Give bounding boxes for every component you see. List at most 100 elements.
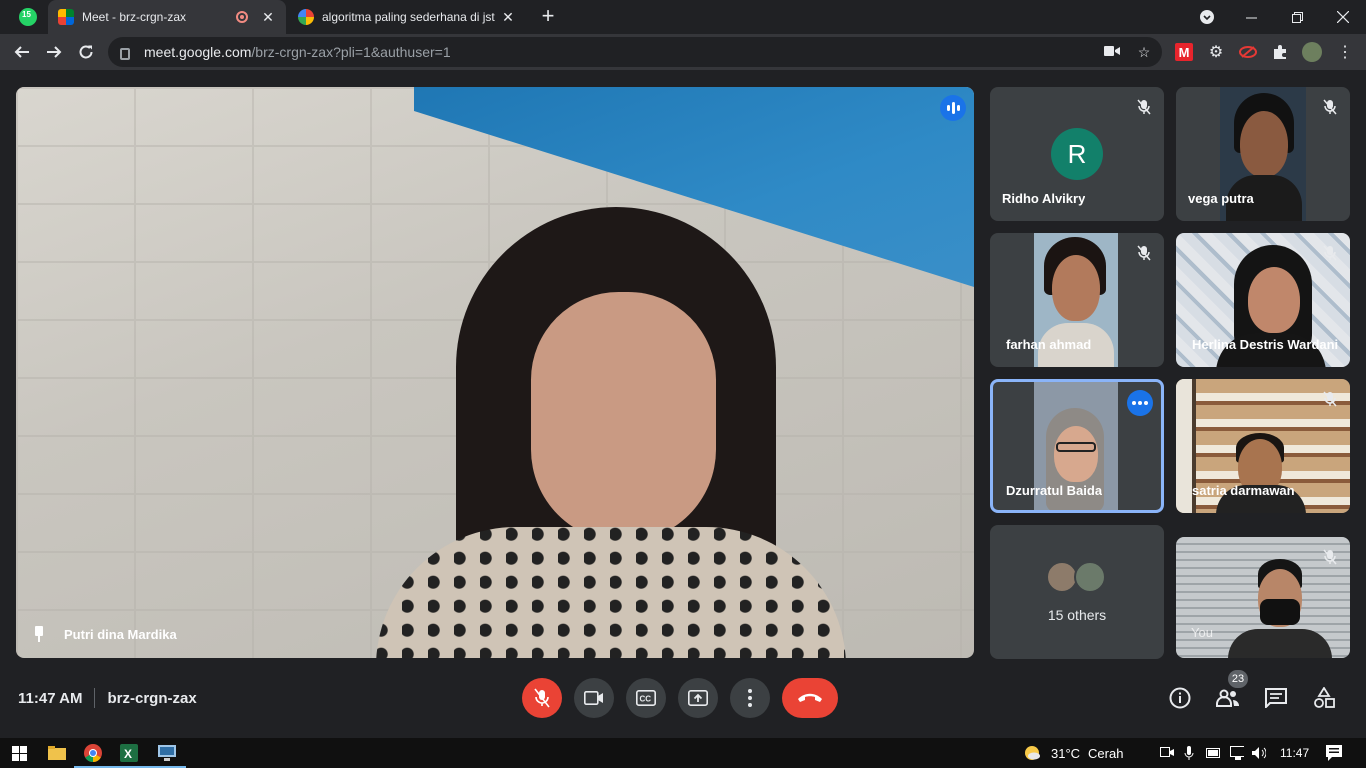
pin-icon[interactable] <box>32 626 46 642</box>
weather-condition: Cerah <box>1088 745 1124 761</box>
reload-icon <box>79 45 93 59</box>
more-options-button[interactable] <box>730 678 770 718</box>
more-vertical-icon <box>748 689 752 707</box>
weather-sun-icon <box>1025 746 1040 760</box>
back-button[interactable] <box>10 40 34 64</box>
tab-search-button[interactable] <box>1184 0 1230 34</box>
tab-google-meet[interactable]: Meet - brz-crgn-zax ✕ <box>48 0 286 34</box>
people-button[interactable] <box>1214 684 1242 712</box>
google-icon <box>298 9 314 25</box>
tab-whatsapp[interactable]: 15 <box>8 0 48 34</box>
present-screen-button[interactable] <box>678 678 718 718</box>
weather-temperature: 31°C <box>1051 745 1081 761</box>
activities-button[interactable] <box>1310 684 1338 712</box>
speaker-face <box>531 292 716 542</box>
chat-button[interactable] <box>1262 684 1290 712</box>
participant-tile[interactable]: farhan ahmad <box>990 233 1164 367</box>
excel-icon[interactable]: X <box>110 742 148 768</box>
closed-captions-icon: CC <box>636 690 656 706</box>
mic-off-icon <box>1134 97 1154 117</box>
participant-tile[interactable]: Herlina Destris Wardani <box>1176 233 1350 367</box>
weather-widget[interactable]: 31°C Cerah <box>1022 738 1123 768</box>
mic-off-icon <box>1320 97 1340 117</box>
mic-off-icon <box>1320 547 1340 567</box>
remote-desktop-icon[interactable] <box>148 742 186 768</box>
notification-center-icon[interactable] <box>1326 745 1342 761</box>
mic-off-icon <box>1320 389 1340 409</box>
close-icon <box>1337 11 1349 23</box>
phone-hangup-icon <box>798 693 822 702</box>
reload-button[interactable] <box>74 40 98 64</box>
microphone-in-use-icon[interactable] <box>1182 746 1196 760</box>
close-tab-icon[interactable]: ✕ <box>260 9 276 26</box>
network-icon[interactable] <box>1230 746 1244 760</box>
eye-off-extension-icon[interactable] <box>1239 43 1257 61</box>
speaking-indicator-icon <box>940 95 966 121</box>
profile-avatar[interactable] <box>1302 42 1322 62</box>
chevron-down-icon <box>1200 10 1214 24</box>
start-button[interactable] <box>8 742 30 764</box>
participant-tile[interactable]: R Ridho Alvikry <box>990 87 1164 221</box>
participant-name: Herlina Destris Wardani <box>1192 337 1339 352</box>
microphone-toggle-button[interactable] <box>522 678 562 718</box>
participant-tile[interactable]: Dzurratul Baida <box>990 379 1164 513</box>
close-tab-icon[interactable]: ✕ <box>500 9 516 26</box>
meeting-info-button[interactable] <box>1166 684 1194 712</box>
camera-toggle-button[interactable] <box>574 678 614 718</box>
mendeley-extension-icon[interactable]: M <box>1175 43 1193 61</box>
puzzle-icon[interactable] <box>1271 43 1289 61</box>
restore-button[interactable] <box>1274 0 1320 34</box>
bookmark-star-icon[interactable]: ☆ <box>1136 44 1152 60</box>
svg-text:CC: CC <box>640 695 652 704</box>
minimize-button[interactable] <box>1228 0 1274 34</box>
participant-name: Ridho Alvikry <box>1002 191 1086 206</box>
clock-time: 11:47 <box>1280 746 1310 760</box>
participant-count-badge: 23 <box>1228 670 1248 688</box>
arrow-left-icon <box>14 46 29 58</box>
mic-off-icon <box>1320 243 1340 263</box>
participant-tile[interactable]: vega putra <box>1176 87 1350 221</box>
recording-icon <box>236 11 248 23</box>
tab-title: Meet - brz-crgn-zax <box>82 10 187 24</box>
others-tile[interactable]: 15 others <box>990 525 1164 659</box>
arrow-right-icon <box>47 46 62 58</box>
participant-name: Dzurratul Baida <box>1006 483 1103 498</box>
chat-icon <box>1265 688 1287 708</box>
captions-button[interactable]: CC <box>626 678 666 718</box>
chrome-icon[interactable] <box>74 742 112 768</box>
gear-icon[interactable]: ⚙ <box>1207 43 1225 61</box>
camera-in-use-icon[interactable] <box>1104 44 1120 60</box>
browser-menu-icon[interactable]: ⋮ <box>1336 43 1354 61</box>
svg-text:X: X <box>124 747 132 761</box>
others-count-label: 15 others <box>1047 607 1107 623</box>
battery-icon[interactable] <box>1206 746 1220 760</box>
meeting-details: 11:47 AM brz-crgn-zax <box>18 688 197 708</box>
main-speaker-name: Putri dina Mardika <box>64 626 177 642</box>
forward-button[interactable] <box>42 40 66 64</box>
self-view-tile[interactable]: You <box>1176 537 1350 658</box>
mic-off-icon <box>534 688 550 708</box>
more-options-button[interactable] <box>1127 390 1153 416</box>
restore-icon <box>1291 11 1303 23</box>
tab-google-search[interactable]: algoritma paling sederhana di jst ✕ <box>288 0 526 34</box>
avatar <box>1074 561 1106 593</box>
address-bar[interactable]: meet.google.com/brz-crgn-zax?pli=1&authu… <box>108 37 1162 67</box>
meeting-code: brz-crgn-zax <box>107 689 197 707</box>
meet-now-icon[interactable] <box>1160 746 1174 760</box>
volume-icon[interactable] <box>1252 746 1266 760</box>
windows-logo-icon <box>11 745 27 761</box>
participant-tile[interactable]: satria darmawan <box>1176 379 1350 513</box>
present-screen-icon <box>688 690 708 706</box>
close-window-button[interactable] <box>1320 0 1366 34</box>
new-tab-button[interactable]: + <box>536 4 560 28</box>
avatar: R <box>1051 128 1103 180</box>
file-explorer-icon[interactable] <box>46 742 68 764</box>
participant-name: farhan ahmad <box>1006 337 1092 352</box>
whatsapp-icon: 15 <box>19 8 37 26</box>
lock-icon <box>120 48 130 60</box>
leave-call-button[interactable] <box>782 678 838 718</box>
main-speaker-name-label: Putri dina Mardika <box>32 626 177 642</box>
main-speaker-video[interactable]: Putri dina Mardika <box>16 87 974 658</box>
system-clock[interactable]: 11:47 <box>1280 738 1309 768</box>
whatsapp-unread-badge: 15 <box>22 10 31 19</box>
